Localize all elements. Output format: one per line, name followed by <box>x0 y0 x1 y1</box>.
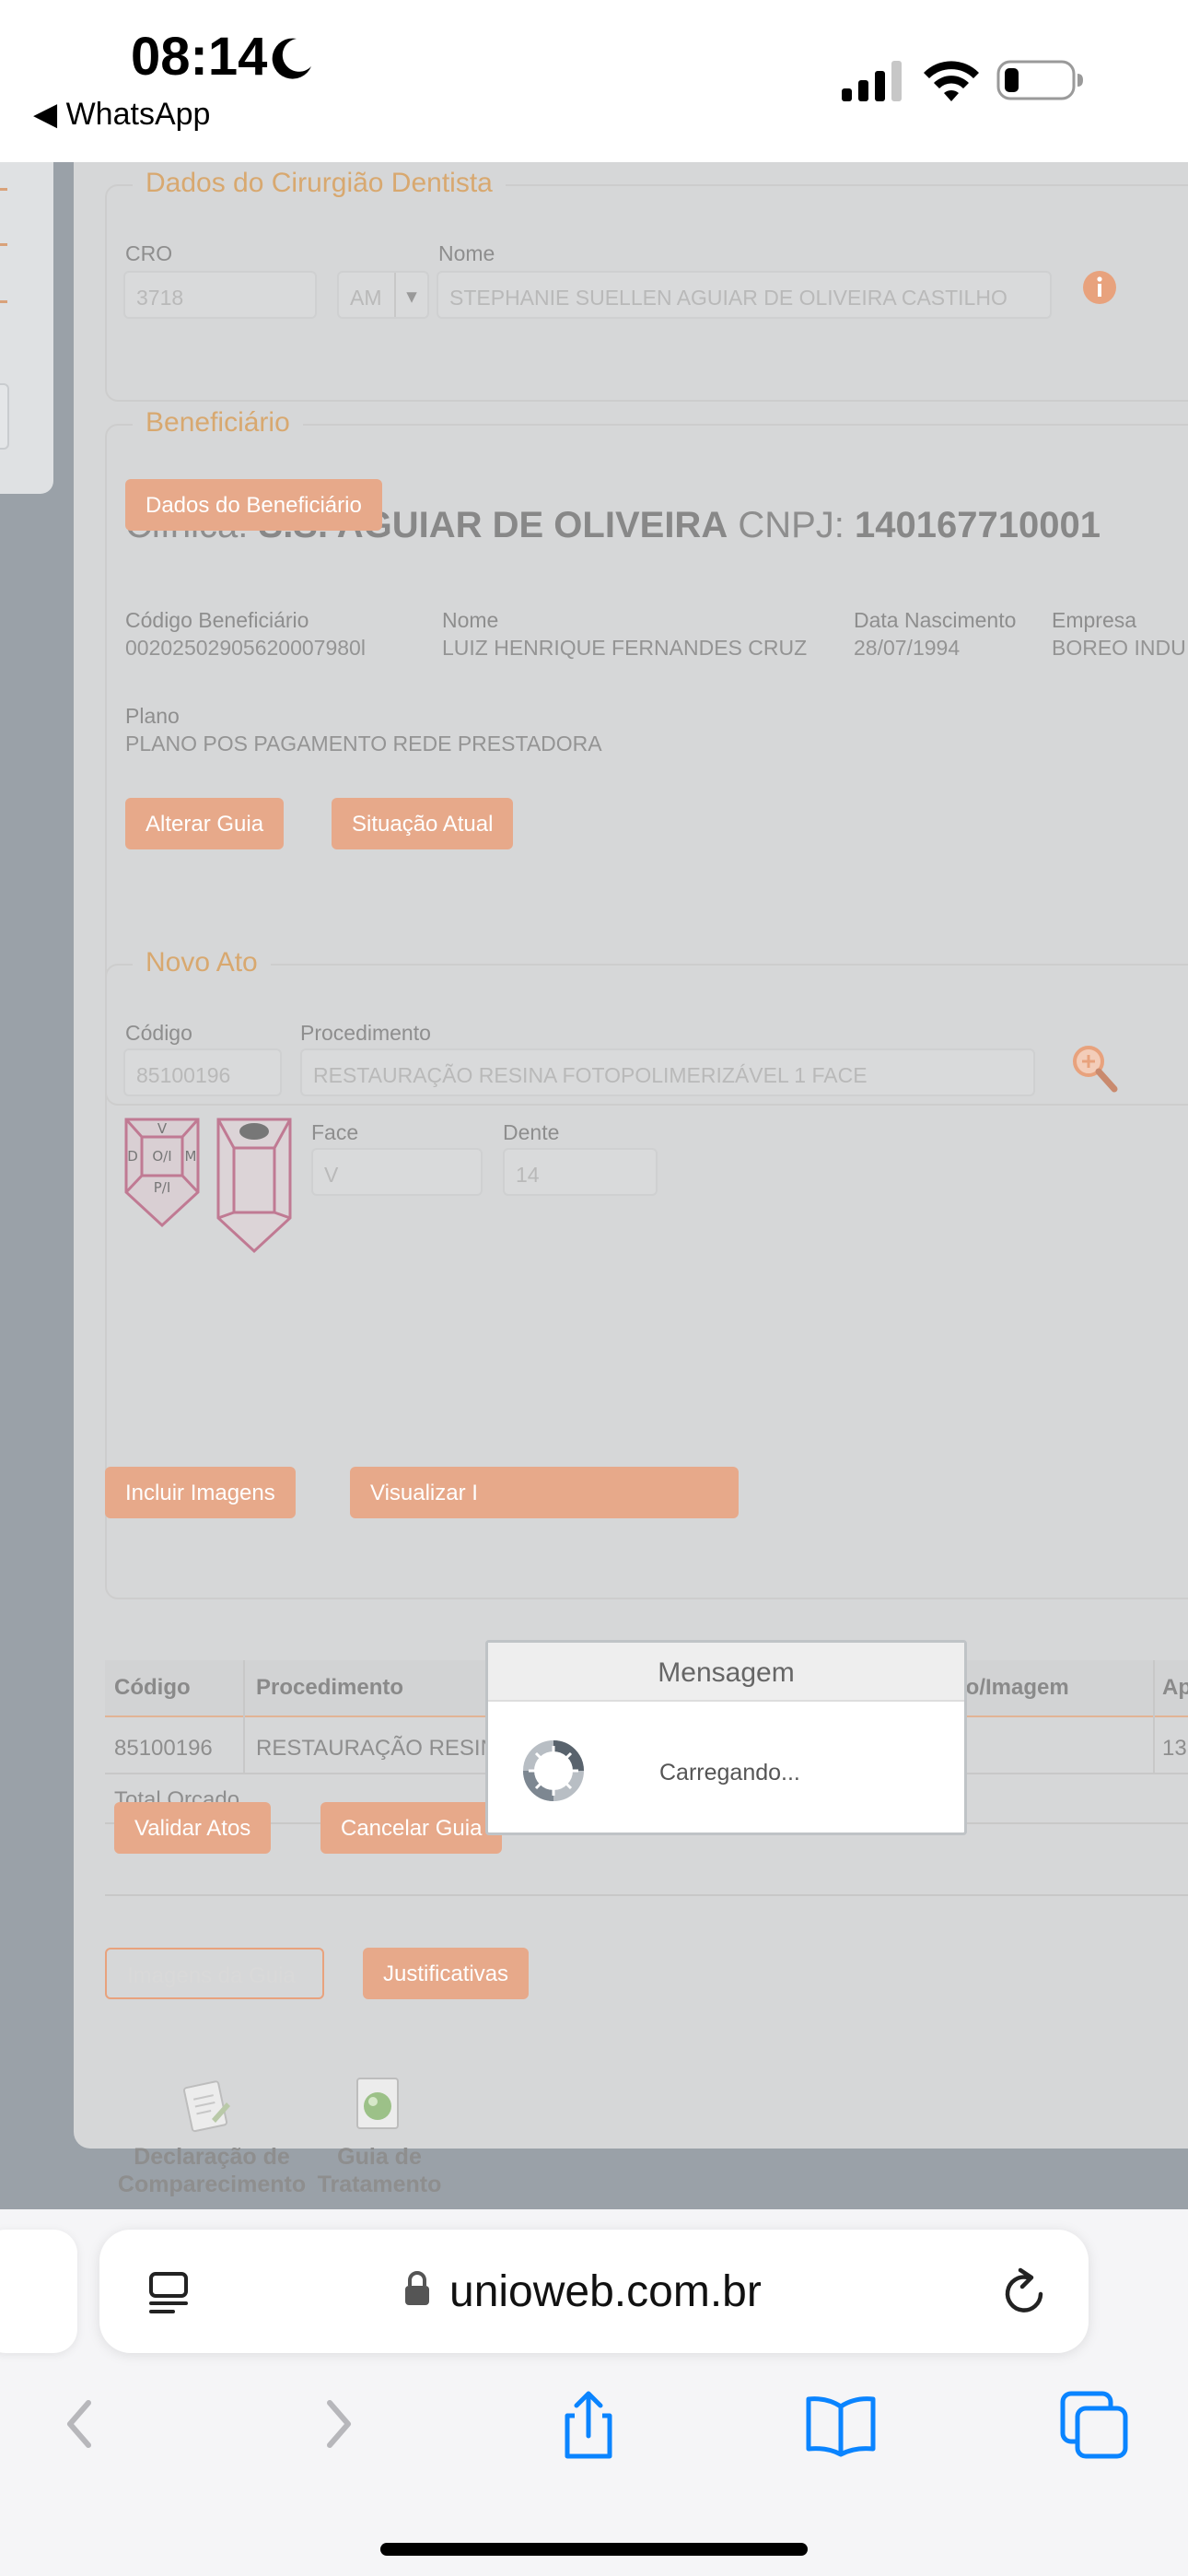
moon-icon <box>272 38 311 79</box>
new-act-legend: Novo Ato <box>133 947 271 978</box>
face-label: Face <box>311 1120 359 1144</box>
status-bar: 08:14 ◀ WhatsApp <box>0 0 1188 162</box>
doc-label-line: Comparecimento <box>117 2172 307 2197</box>
back-icon[interactable] <box>39 2383 122 2465</box>
treatment-guide-icon[interactable] <box>350 2075 407 2134</box>
alter-guide-button[interactable]: Alterar Guia <box>125 798 285 849</box>
birth-value: 28/07/1994 <box>854 636 961 660</box>
validate-acts-button[interactable]: Validar Atos <box>114 1802 272 1854</box>
page-menu-icon[interactable] <box>146 2268 192 2316</box>
side-panel <box>0 162 53 494</box>
tooth-face-diagram[interactable]: V D O/I M P/I <box>123 1117 201 1229</box>
attendance-declaration-link[interactable]: Declaração de Comparecimento <box>107 2143 317 2198</box>
home-indicator[interactable] <box>380 2543 808 2556</box>
chevron-down-icon: ▾ <box>394 273 427 317</box>
birth-label: Data Nascimento <box>854 608 1017 632</box>
tooth-label: Dente <box>503 1120 560 1144</box>
plan-value: PLANO POS PAGAMENTO REDE PRESTADORA <box>125 732 602 755</box>
tooth-input[interactable]: 14 <box>503 1148 658 1196</box>
procedure-label: Procedimento <box>300 1021 431 1045</box>
table-divider <box>1153 1660 1155 1717</box>
plan-label: Plano <box>125 704 180 728</box>
previous-tab-card[interactable] <box>0 2230 77 2353</box>
attendance-declaration-icon[interactable] <box>179 2078 236 2136</box>
doc-label-line: Tratamento <box>317 2172 442 2197</box>
act-code-label: Código <box>125 1021 192 1045</box>
address-bar[interactable]: unioweb.com.br <box>99 2230 1089 2353</box>
side-marker <box>0 188 7 191</box>
cellular-signal-icon <box>842 61 902 101</box>
beneficiary-data-button[interactable]: Dados do Beneficiário <box>125 479 382 531</box>
act-code-input[interactable]: 85100196 <box>123 1048 282 1096</box>
dentist-legend: Dados do Cirurgião Dentista <box>133 168 506 199</box>
beneficiary-code-label: Código Beneficiário <box>125 608 309 632</box>
table-divider <box>243 1717 245 1774</box>
message-dialog: Mensagem Carregando... <box>485 1640 967 1835</box>
back-to-app-link[interactable]: ◀ WhatsApp <box>33 96 210 133</box>
table-divider <box>1153 1717 1155 1774</box>
beneficiary-code-value: 00202502905620007980l <box>125 636 366 660</box>
cro-label: CRO <box>125 241 173 265</box>
reload-icon[interactable] <box>1000 2266 1052 2320</box>
row-procedure: RESTAURAÇÃO RESIN <box>256 1736 496 1761</box>
uf-select[interactable]: AM ▾ <box>337 271 429 319</box>
view-images-button[interactable]: Visualizar I <box>350 1467 739 1518</box>
beneficiary-legend: Beneficiário <box>133 407 303 439</box>
add-images-button[interactable]: Incluir Imagens <box>105 1467 296 1518</box>
guide-images-button[interactable]: Imagens da Guia <box>105 1948 324 1999</box>
dentist-name-input[interactable]: STEPHANIE SUELLEN AGUIAR DE OLIVEIRA CAS… <box>437 271 1052 319</box>
share-icon[interactable] <box>547 2383 630 2465</box>
company-value: BOREO INDU <box>1052 636 1186 660</box>
side-marker <box>0 300 7 303</box>
face-left-label: D <box>127 1148 138 1165</box>
loading-spinner-icon <box>523 1740 584 1801</box>
dialog-title: Mensagem <box>488 1643 964 1702</box>
web-content: Dados do Cirurgião Dentista CRO 3718 AM … <box>0 162 1188 2209</box>
tooth-profile-diagram[interactable] <box>215 1117 293 1255</box>
face-top-label: V <box>157 1120 168 1137</box>
bookmarks-icon[interactable] <box>799 2383 882 2465</box>
justifications-button[interactable]: Justificativas <box>363 1948 530 1999</box>
info-icon[interactable] <box>1081 269 1118 306</box>
table-header-ap: Ap <box>1162 1675 1188 1700</box>
dialog-message: Carregando... <box>659 1760 800 1786</box>
row-value: 13 <box>1162 1736 1187 1761</box>
tabs-icon[interactable] <box>1052 2383 1135 2465</box>
uf-value: AM <box>350 286 382 310</box>
face-center-label: O/I <box>152 1148 171 1165</box>
table-header-procedure: Procedimento <box>256 1675 404 1700</box>
forward-icon[interactable] <box>297 2383 379 2465</box>
doc-label-line: Declaração de <box>134 2144 290 2170</box>
current-status-button[interactable]: Situação Atual <box>332 798 514 849</box>
row-code: 85100196 <box>114 1736 213 1761</box>
beneficiary-name-value: LUIZ HENRIQUE FERNANDES CRUZ <box>442 636 808 660</box>
lock-icon <box>405 2271 429 2305</box>
table-divider <box>243 1660 245 1717</box>
cro-input[interactable]: 3718 <box>123 271 317 319</box>
browser-chrome: unioweb.com.br <box>0 2209 1188 2576</box>
side-marker <box>0 243 7 246</box>
cancel-guide-button[interactable]: Cancelar Guia <box>320 1802 503 1854</box>
doc-label-line: Guia de <box>337 2144 422 2170</box>
url-text: unioweb.com.br <box>449 2267 762 2316</box>
face-input[interactable]: V <box>311 1148 483 1196</box>
face-bottom-label: P/I <box>154 1179 171 1196</box>
table-header-code: Código <box>114 1675 191 1700</box>
beneficiary-name-label: Nome <box>442 608 499 632</box>
face-right-label: M <box>185 1148 197 1165</box>
company-label: Empresa <box>1052 608 1137 632</box>
side-box <box>0 383 9 450</box>
wifi-icon <box>924 61 979 101</box>
search-icon[interactable] <box>1070 1043 1118 1095</box>
name-label: Nome <box>438 241 495 265</box>
status-time: 08:14 <box>131 27 268 87</box>
procedure-input[interactable]: RESTAURAÇÃO RESINA FOTOPOLIMERIZÁVEL 1 F… <box>300 1048 1035 1096</box>
treatment-guide-link[interactable]: Guia de Tratamento <box>309 2143 449 2198</box>
battery-icon <box>996 60 1083 100</box>
